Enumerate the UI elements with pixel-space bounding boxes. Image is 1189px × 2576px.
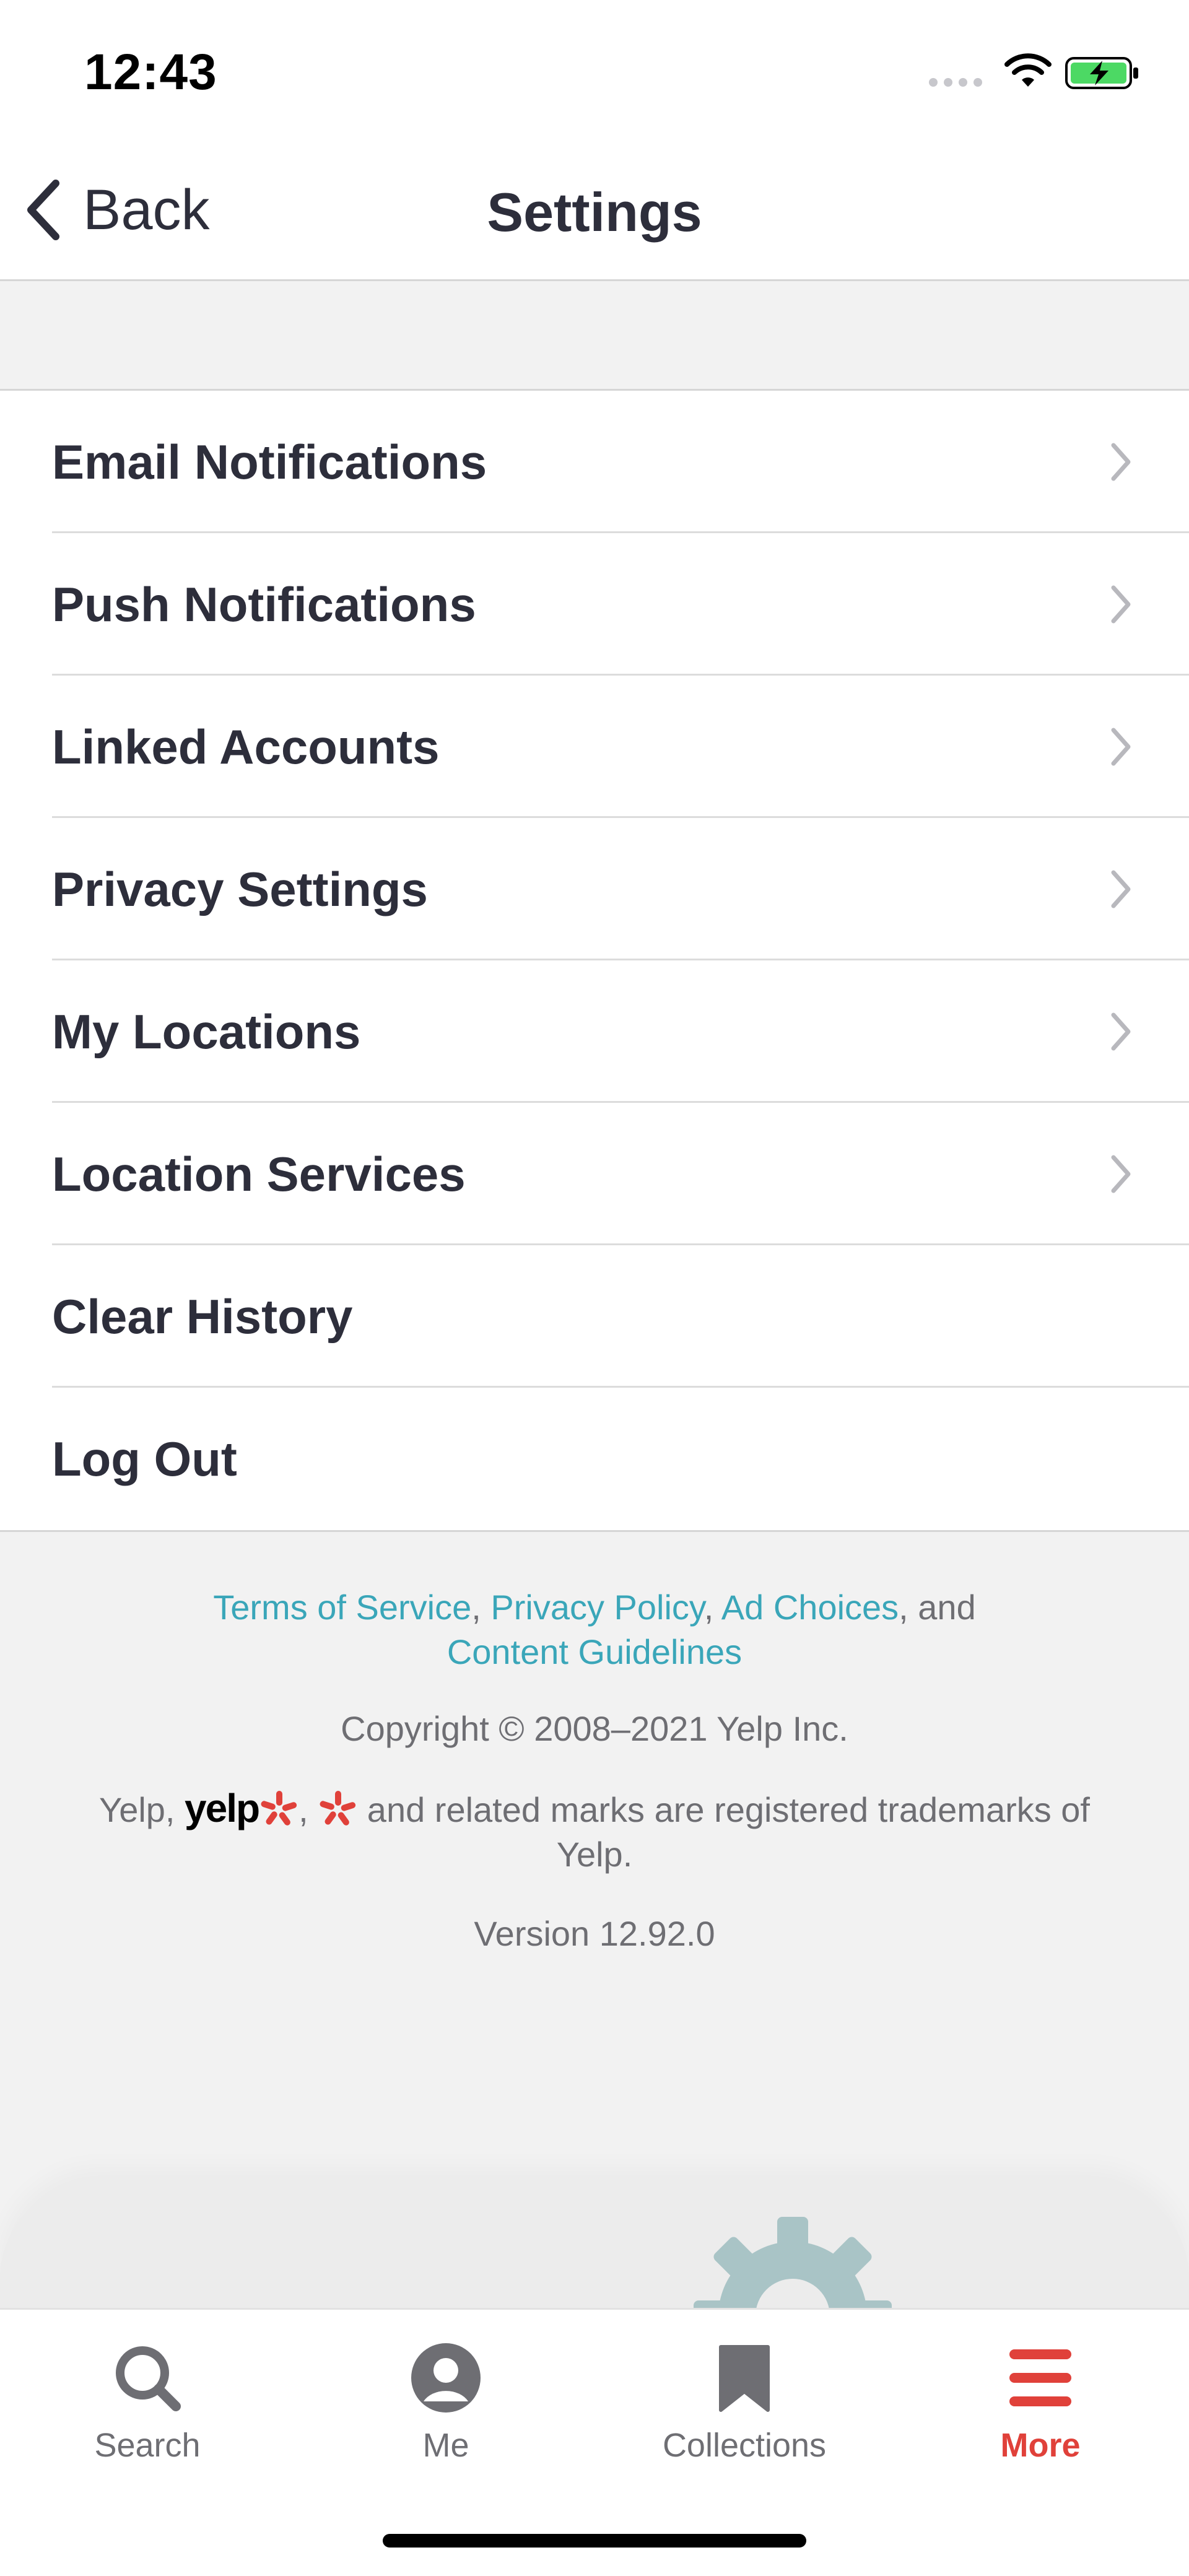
terms-of-service-link[interactable]: Terms of Service bbox=[213, 1588, 471, 1627]
tab-bar: Search Me Collections More bbox=[0, 2308, 1189, 2576]
footer-links: Terms of Service, Privacy Policy, Ad Cho… bbox=[0, 1585, 1189, 1674]
separator: , bbox=[703, 1588, 714, 1627]
separator: , and bbox=[899, 1588, 976, 1627]
page-title: Settings bbox=[487, 181, 702, 243]
settings-row-linked-accounts[interactable]: Linked Accounts bbox=[0, 676, 1189, 818]
settings-row-label: Email Notifications bbox=[52, 435, 487, 489]
trademark-suffix: and related marks are registered tradema… bbox=[367, 1790, 1090, 1874]
settings-row-my-locations[interactable]: My Locations bbox=[0, 960, 1189, 1103]
content-guidelines-link[interactable]: Content Guidelines bbox=[447, 1632, 742, 1671]
chevron-right-icon bbox=[1111, 728, 1131, 766]
tab-label: Search bbox=[94, 2427, 201, 2464]
home-indicator[interactable] bbox=[383, 2534, 806, 2548]
yelp-burst-icon bbox=[261, 1791, 297, 1825]
copyright-text: Copyright © 2008–2021 Yelp Inc. bbox=[341, 1709, 848, 1748]
battery-charging-icon bbox=[1065, 57, 1138, 89]
menu-icon bbox=[1009, 2349, 1071, 2406]
wifi-icon bbox=[1004, 53, 1052, 87]
settings-row-label: Location Services bbox=[52, 1147, 466, 1201]
settings-list: Email Notifications Push Notifications L… bbox=[0, 389, 1189, 1532]
chevron-right-icon bbox=[1111, 1155, 1131, 1193]
settings-row-label: Push Notifications bbox=[52, 577, 476, 632]
cellular-signal-icon bbox=[929, 78, 982, 87]
privacy-policy-link[interactable]: Privacy Policy bbox=[490, 1588, 703, 1627]
bookmark-icon bbox=[719, 2345, 770, 2412]
settings-row-label: Privacy Settings bbox=[52, 862, 428, 916]
ad-choices-link[interactable]: Ad Choices bbox=[721, 1588, 899, 1627]
settings-row-log-out[interactable]: Log Out bbox=[0, 1388, 1189, 1530]
trademark-text: Yelp, yelp , and related marks are regis… bbox=[0, 1786, 1189, 1877]
chevron-right-icon bbox=[1111, 443, 1131, 481]
yelp-logo: yelp bbox=[185, 1786, 260, 1830]
search-icon bbox=[116, 2346, 181, 2411]
tab-search[interactable]: Search bbox=[54, 2341, 240, 2465]
status-bar: 12:43 bbox=[0, 0, 1189, 142]
chevron-right-icon bbox=[1111, 870, 1131, 908]
trademark-prefix: Yelp, bbox=[98, 1790, 175, 1829]
settings-row-push-notifications[interactable]: Push Notifications bbox=[0, 533, 1189, 676]
settings-row-label: My Locations bbox=[52, 1004, 361, 1059]
settings-row-label: Log Out bbox=[52, 1432, 237, 1486]
chevron-right-icon bbox=[1111, 1012, 1131, 1051]
tab-label: Collections bbox=[662, 2427, 827, 2464]
settings-row-location-services[interactable]: Location Services bbox=[0, 1103, 1189, 1245]
tab-label: More bbox=[1000, 2427, 1081, 2464]
yelp-burst-icon bbox=[320, 1791, 356, 1825]
tab-label: Me bbox=[422, 2427, 469, 2464]
settings-row-email-notifications[interactable]: Email Notifications bbox=[0, 391, 1189, 533]
settings-row-clear-history[interactable]: Clear History bbox=[0, 1245, 1189, 1388]
navigation-bar: Back Settings bbox=[0, 142, 1189, 281]
tab-more[interactable]: More bbox=[947, 2341, 1133, 2465]
settings-row-label: Linked Accounts bbox=[52, 720, 440, 774]
settings-row-privacy-settings[interactable]: Privacy Settings bbox=[0, 818, 1189, 960]
separator: , bbox=[298, 1790, 308, 1829]
settings-row-label: Clear History bbox=[52, 1289, 353, 1344]
profile-icon bbox=[411, 2343, 481, 2413]
legal-footer: Terms of Service, Privacy Policy, Ad Cho… bbox=[0, 1585, 1189, 1956]
tab-collections[interactable]: Collections bbox=[651, 2341, 837, 2465]
status-time: 12:43 bbox=[84, 44, 217, 100]
chevron-right-icon bbox=[1111, 585, 1131, 624]
version-text: Version 12.92.0 bbox=[474, 1914, 715, 1953]
separator: , bbox=[471, 1588, 481, 1627]
tab-me[interactable]: Me bbox=[353, 2341, 539, 2465]
